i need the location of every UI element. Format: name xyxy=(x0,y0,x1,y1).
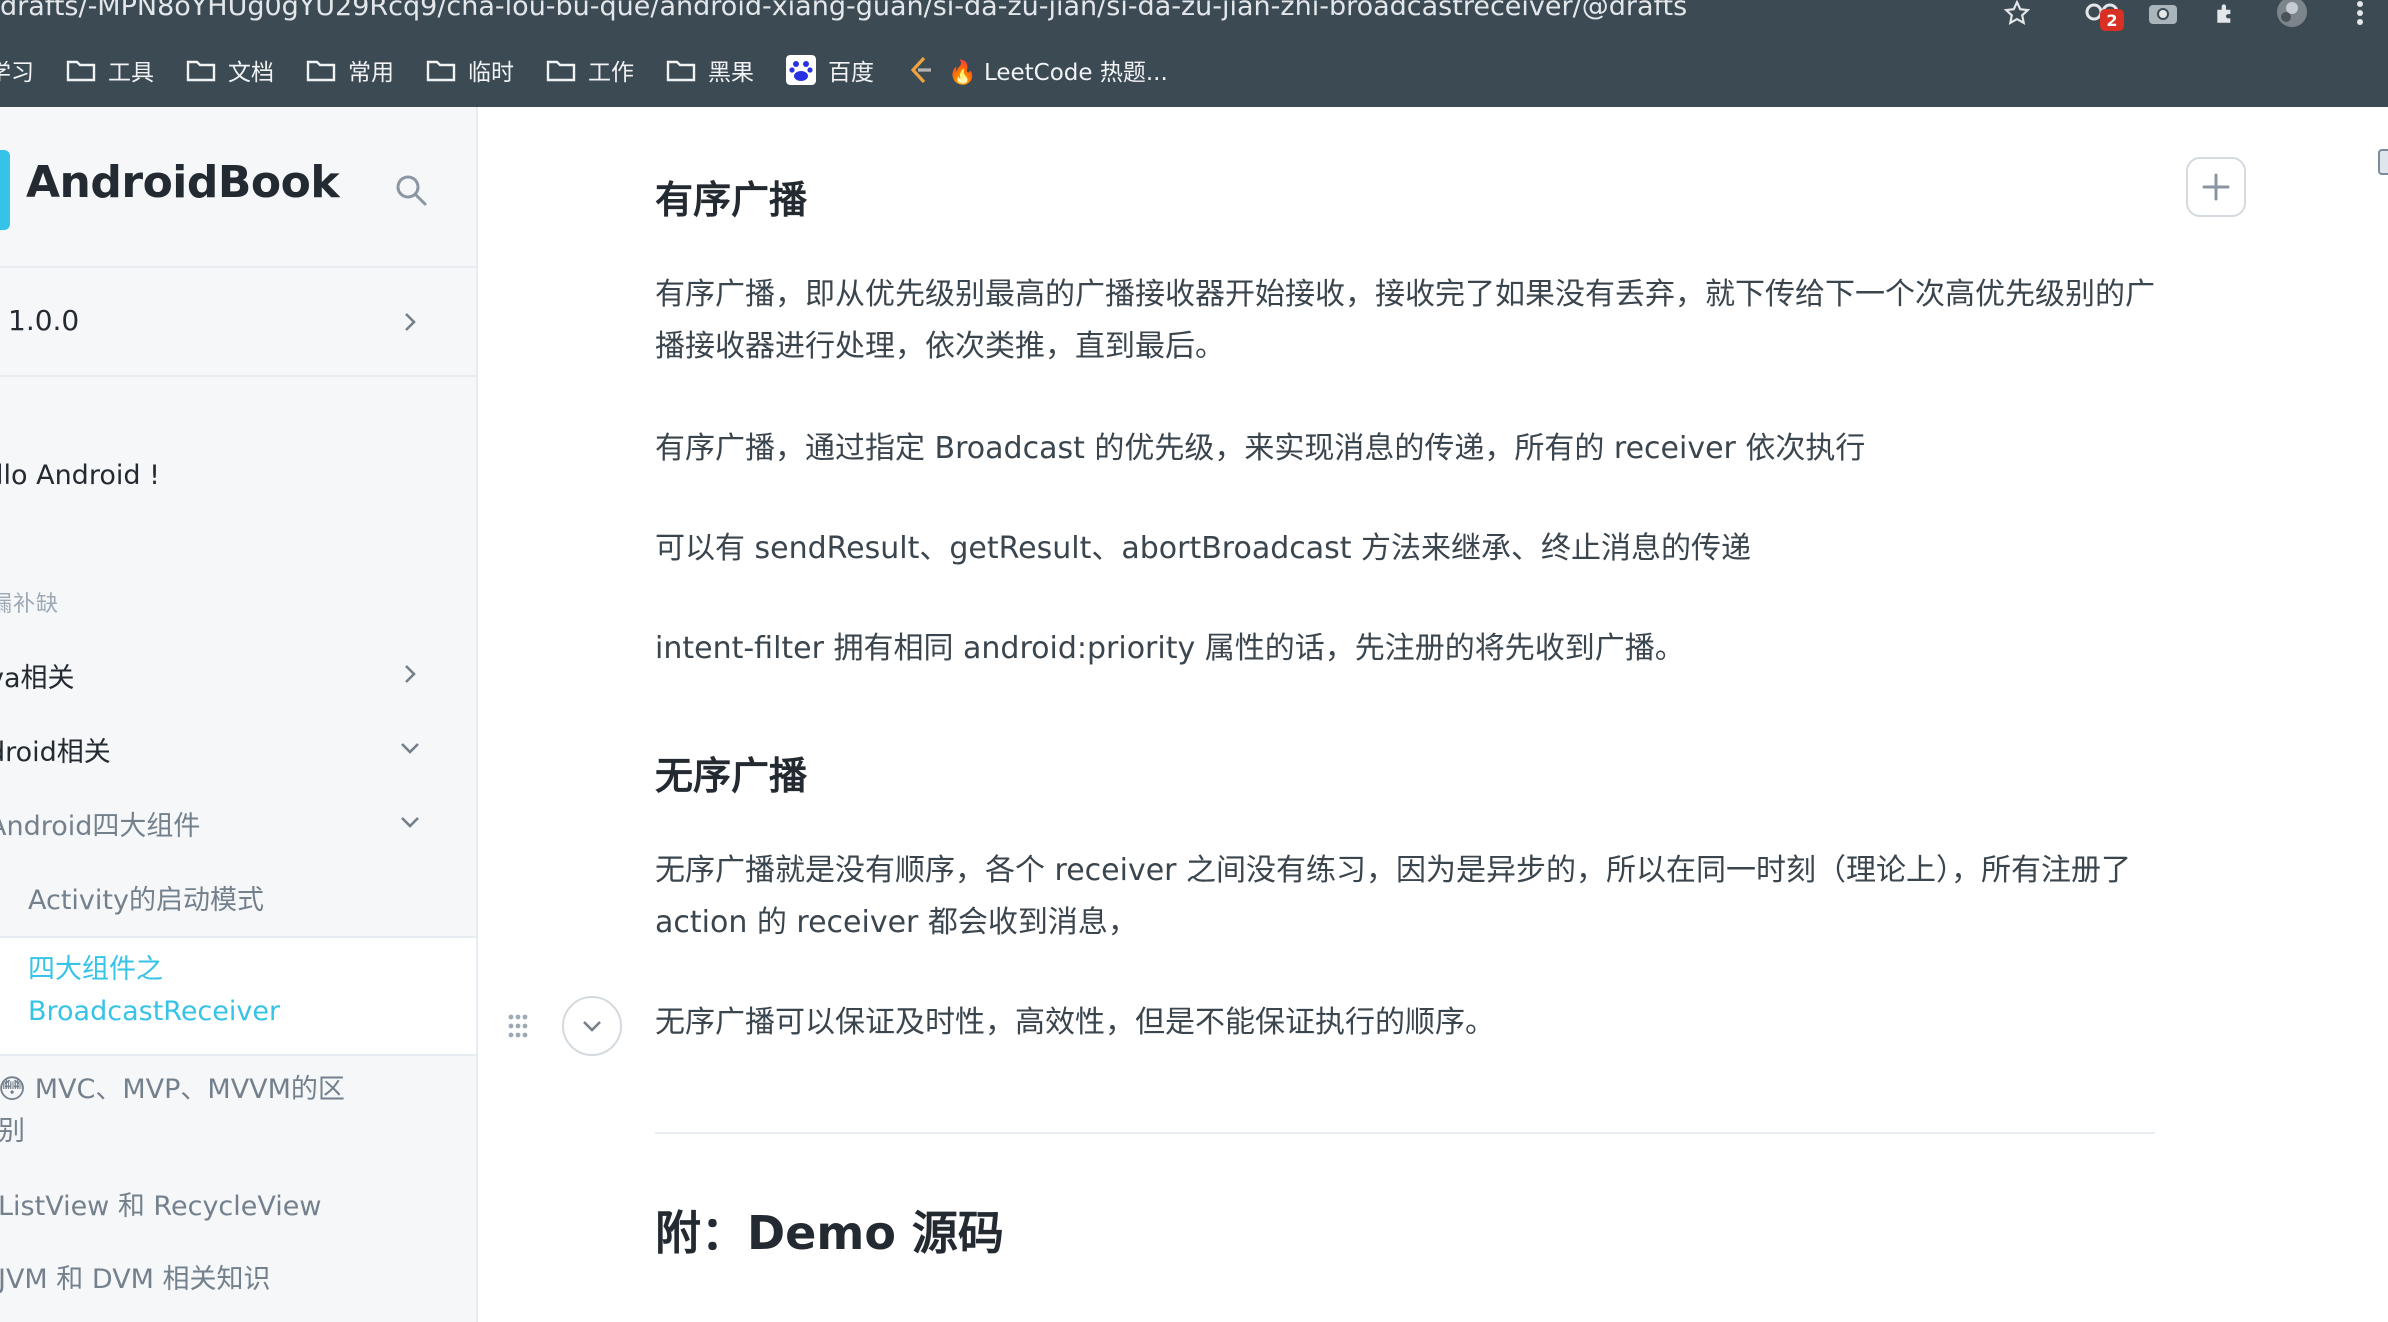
sidebar-section-label: 漏补缺 xyxy=(0,592,60,617)
heading-demo-source: 附：Demo 源码 xyxy=(655,1206,1004,1260)
camera-extension-icon[interactable] xyxy=(2147,0,2179,26)
paragraph: 有序广播，即从优先级别最高的广播接收器开始接收，接收完了如果没有丢弃，就下传给下… xyxy=(655,277,2155,364)
bookmark-leetcode[interactable]: 🔥 LeetCode 热题... xyxy=(906,46,1168,94)
paragraph: 无序广播就是没有顺序，各个 receiver 之间没有练习，因为是异步的，所以在… xyxy=(655,853,2132,940)
paragraph: 无序广播可以保证及时性，高效性，但是不能保证执行的顺序。 xyxy=(655,1005,1495,1040)
chevron-down-icon xyxy=(583,1021,601,1032)
chevron-down-icon[interactable] xyxy=(398,810,422,834)
folder-icon xyxy=(666,60,696,82)
bookmark-label: 文档 xyxy=(228,60,274,86)
extensions-puzzle-icon[interactable] xyxy=(2210,0,2242,26)
chevron-down-icon[interactable] xyxy=(398,736,422,760)
block-options-button[interactable] xyxy=(562,996,622,1056)
bookmark-label: 学习 xyxy=(0,60,34,86)
sidebar-item-jvm-dvm[interactable]: JVM 和 DVM 相关知识 xyxy=(0,1257,271,1296)
bookmark-label: 工具 xyxy=(108,60,154,86)
baidu-icon xyxy=(786,55,816,85)
browser-menu-icon[interactable] xyxy=(2350,0,2370,26)
version-selector[interactable]: 1.0.0 xyxy=(8,304,79,337)
folder-icon xyxy=(426,60,456,82)
bookmark-label: 黑果 xyxy=(708,60,754,86)
paragraph: 有序广播，通过指定 Broadcast 的优先级，来实现消息的传递，所有的 re… xyxy=(655,431,1866,466)
heading-unordered-broadcast: 无序广播 xyxy=(655,754,808,798)
sidebar-item-label: 四大组件之 xyxy=(28,954,163,985)
bookmark-study[interactable]: 学习 xyxy=(0,46,34,94)
bookmark-label: 工作 xyxy=(588,60,634,86)
search-icon[interactable] xyxy=(392,171,430,209)
heading-ordered-broadcast: 有序广播 xyxy=(655,178,808,222)
profile-avatar[interactable] xyxy=(2272,0,2312,27)
sidebar-item-activity-launch-mode[interactable]: Activity的启动模式 xyxy=(28,878,264,917)
bookmark-label: 🔥 LeetCode 热题... xyxy=(948,60,1168,86)
sidebar-item-mvc-mvp-mvvm[interactable]: 😳 MVC、MVP、MVVM的区 别 xyxy=(0,1069,345,1153)
sidebar-item-android[interactable]: droid相关 xyxy=(0,730,111,769)
sidebar-divider xyxy=(0,266,476,268)
sidebar-item-label: BroadcastReceiver xyxy=(28,996,281,1027)
bookmark-work[interactable]: 工作 xyxy=(546,46,634,94)
sidebar-item-broadcastreceiver[interactable]: 四大组件之 BroadcastReceiver xyxy=(28,949,280,1033)
main-content: 有序广播 有序广播，即从优先级别最高的广播接收器开始接收，接收完了如果没有丢弃，… xyxy=(478,107,2388,1322)
sidebar-item-label: 😳 MVC、MVP、MVVM的区 xyxy=(0,1074,345,1105)
bookmark-tools[interactable]: 工具 xyxy=(66,46,154,94)
paragraph: intent-filter 拥有相同 android:priority 属性的话… xyxy=(655,631,1685,666)
brand-title[interactable]: AndroidBook xyxy=(26,157,340,208)
bookmark-temp[interactable]: 临时 xyxy=(426,46,514,94)
sidebar-item-label: 别 xyxy=(0,1116,25,1147)
bookmark-baidu[interactable]: 百度 xyxy=(786,46,874,94)
brand-logo xyxy=(0,150,10,230)
chevron-right-icon[interactable] xyxy=(398,310,422,334)
address-bar[interactable]: drafts/-MPN8oYHUg0gYU29Rcq9/cha-lou-bu-q… xyxy=(0,0,2388,31)
folder-icon xyxy=(306,60,336,82)
chevron-right-icon[interactable] xyxy=(398,662,422,686)
bookmark-common[interactable]: 常用 xyxy=(306,46,394,94)
bookmark-star-icon[interactable] xyxy=(2002,0,2032,26)
drag-handle-icon[interactable] xyxy=(506,1012,530,1040)
paragraph: 可以有 sendResult、getResult、abortBroadcast … xyxy=(655,531,1752,566)
bookmarks-bar: 学习 工具 文档 常用 临时 工作 黑果 百度 xyxy=(0,46,1200,94)
bookmark-heiguo[interactable]: 黑果 xyxy=(666,46,754,94)
sidebar: AndroidBook 1.0.0 llo Android ! 漏补缺 va相关… xyxy=(0,107,478,1322)
bookmark-label: 临时 xyxy=(468,60,514,86)
sidebar-divider xyxy=(0,375,476,377)
folder-icon xyxy=(546,60,576,82)
sidebar-item-hello-android[interactable]: llo Android ! xyxy=(0,460,160,491)
sidebar-item-four-components[interactable]: Android四大组件 xyxy=(0,804,200,843)
sidebar-item-java[interactable]: va相关 xyxy=(0,656,75,695)
folder-icon xyxy=(186,60,216,82)
bookmark-docs[interactable]: 文档 xyxy=(186,46,274,94)
folder-icon xyxy=(66,60,96,82)
browser-chrome: drafts/-MPN8oYHUg0gYU29Rcq9/cha-lou-bu-q… xyxy=(0,0,2388,107)
add-block-button[interactable] xyxy=(2186,157,2246,217)
bookmark-label: 百度 xyxy=(828,60,874,86)
bookmark-label: 常用 xyxy=(348,60,394,86)
address-bar-url[interactable]: drafts/-MPN8oYHUg0gYU29Rcq9/cha-lou-bu-q… xyxy=(0,0,1687,22)
leetcode-icon xyxy=(910,56,931,84)
content-divider xyxy=(655,1132,2155,1134)
sidebar-item-listview[interactable]: ListView 和 RecycleView xyxy=(0,1184,321,1223)
plus-icon xyxy=(2202,173,2230,201)
extension-badge: 2 xyxy=(2100,9,2124,31)
edge-widget[interactable] xyxy=(2378,149,2388,175)
